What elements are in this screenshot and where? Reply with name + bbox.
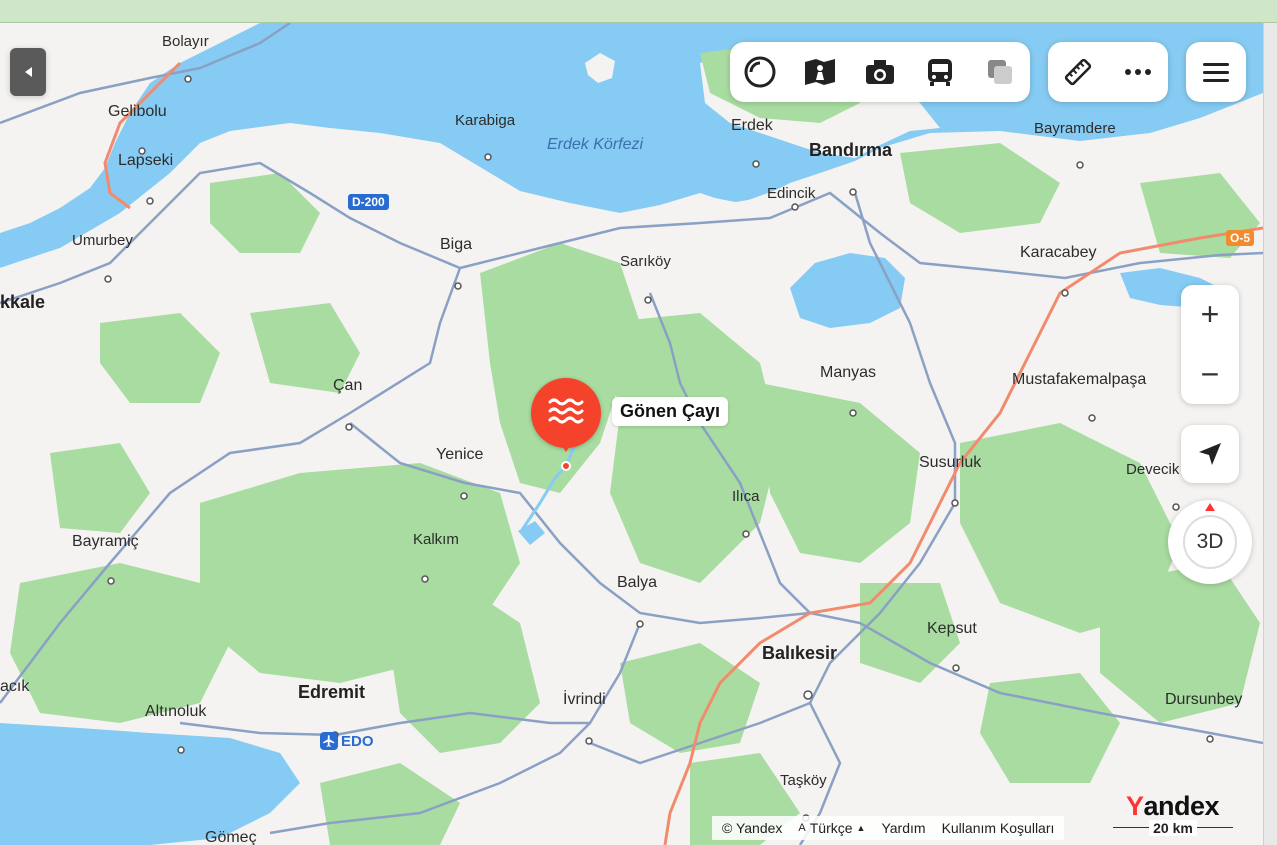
toolbar-button-map-layers[interactable] xyxy=(978,50,1022,94)
place-label-kalkim: Kalkım xyxy=(413,531,459,548)
place-label-sarikoy: Sarıköy xyxy=(620,253,671,270)
ruler-button[interactable] xyxy=(1056,50,1100,94)
place-label-bolayir: Bolayır xyxy=(162,33,209,50)
airplane-icon xyxy=(320,732,338,750)
place-label-ivrindi: İvrindi xyxy=(563,691,606,708)
place-label-kepsut: Kepsut xyxy=(927,620,977,637)
copyright-text: © Yandex xyxy=(722,820,783,836)
place-label-ilica: Ilıca xyxy=(732,488,760,505)
view-3d-button[interactable]: 3D xyxy=(1183,515,1237,569)
place-label-susurluk: Susurluk xyxy=(919,454,982,471)
language-label: Türkçe xyxy=(809,820,853,836)
layers-circle-icon xyxy=(744,56,776,88)
place-label-biga: Biga xyxy=(440,236,473,253)
place-label-karabiga: Karabiga xyxy=(455,112,516,129)
locate-me-button[interactable] xyxy=(1181,425,1239,483)
terms-link[interactable]: Kullanım Koşulları xyxy=(942,820,1055,836)
place-label-yenice: Yenice xyxy=(436,446,484,463)
road-shield-o5: O-5 xyxy=(1226,230,1255,246)
toolbar-button-panorama[interactable] xyxy=(798,50,842,94)
caret-up-icon: ▲ xyxy=(856,823,866,833)
selected-point-dot xyxy=(561,461,571,471)
translate-icon: A xyxy=(798,822,806,834)
scale-bar: 20 km xyxy=(1113,816,1233,840)
road-shield-d200: D-200 xyxy=(348,194,389,210)
selected-place-pin[interactable] xyxy=(531,378,601,452)
place-label-dursunbey: Dursunbey xyxy=(1165,691,1243,708)
map-view[interactable]: Bolayır Gelibolu Lapseki Karabiga Erdek … xyxy=(0,23,1263,845)
toolbar-button-transport[interactable] xyxy=(918,50,962,94)
place-label-gomec: Gömeç xyxy=(205,829,257,845)
page-scrollbar[interactable] xyxy=(1263,23,1277,845)
place-label-mustafakemalpasa: Mustafakemalpaşa xyxy=(1012,371,1147,388)
place-label-gelibolu: Gelibolu xyxy=(108,103,167,120)
place-label-devecik: Devecik xyxy=(1126,461,1180,478)
place-label-can: Çan xyxy=(333,377,363,394)
collapse-left-icon xyxy=(24,67,32,77)
menu-panel xyxy=(1186,42,1246,102)
map-layers-icon xyxy=(988,60,1012,84)
water-label-erdek-korfezi: Erdek Körfezi xyxy=(547,136,644,153)
ruler-icon xyxy=(1064,58,1092,86)
toolbar-button-layers-circle[interactable] xyxy=(738,50,782,94)
scale-label: 20 km xyxy=(1149,820,1197,836)
place-label-altinoluk: Altınoluk xyxy=(145,703,207,720)
map-footer: © Yandex A Türkçe ▲ Yardım Kullanım Koşu… xyxy=(712,816,1065,840)
tools-toolbar xyxy=(1048,42,1168,102)
zoom-in-button[interactable]: + xyxy=(1181,285,1239,344)
browser-top-strip xyxy=(0,0,1277,23)
place-label-taskoy: Taşköy xyxy=(780,772,827,789)
more-dots-icon xyxy=(1125,69,1151,75)
place-label-acik: acık xyxy=(0,678,30,695)
place-label-edincik: Edincik xyxy=(767,185,816,202)
more-button[interactable] xyxy=(1116,50,1160,94)
place-label-edremit: Edremit xyxy=(298,682,366,702)
airport-code: EDO xyxy=(341,732,374,750)
place-label-umurbey: Umurbey xyxy=(72,232,133,249)
place-label-balya: Balya xyxy=(617,574,658,591)
menu-button[interactable] xyxy=(1194,50,1238,94)
bus-icon xyxy=(928,59,952,86)
zoom-controls: + − xyxy=(1181,285,1239,404)
selected-place-label[interactable]: Gönen Çayı xyxy=(612,397,729,426)
place-label-kale: kkale xyxy=(0,292,46,312)
help-link[interactable]: Yardım xyxy=(881,820,925,836)
zoom-out-button[interactable]: − xyxy=(1181,345,1239,404)
place-label-karacabey: Karacabey xyxy=(1020,244,1097,261)
place-label-lapseki: Lapseki xyxy=(118,152,174,169)
place-label-erdek: Erdek xyxy=(731,117,773,134)
collapse-sidebar-button[interactable] xyxy=(10,48,46,96)
place-label-bayramdere: Bayramdere xyxy=(1034,120,1116,137)
layers-toolbar xyxy=(730,42,1030,102)
place-label-bandirma: Bandırma xyxy=(809,140,893,160)
compass-3d-control[interactable]: 3D xyxy=(1168,500,1252,584)
water-waves-icon xyxy=(547,396,585,431)
airport-marker[interactable]: EDO xyxy=(320,732,374,750)
toolbar-button-photos[interactable] xyxy=(858,50,902,94)
navigation-arrow-icon xyxy=(1199,443,1221,465)
panorama-person-icon xyxy=(805,59,835,85)
place-label-bayramic: Bayramiç xyxy=(72,533,139,550)
camera-icon xyxy=(866,60,894,84)
place-label-manyas: Manyas xyxy=(820,364,877,381)
language-selector[interactable]: A Türkçe ▲ xyxy=(798,820,865,836)
place-label-balikesir: Balıkesir xyxy=(762,643,838,663)
hamburger-menu-icon xyxy=(1203,63,1229,82)
compass-north-icon xyxy=(1205,503,1215,511)
